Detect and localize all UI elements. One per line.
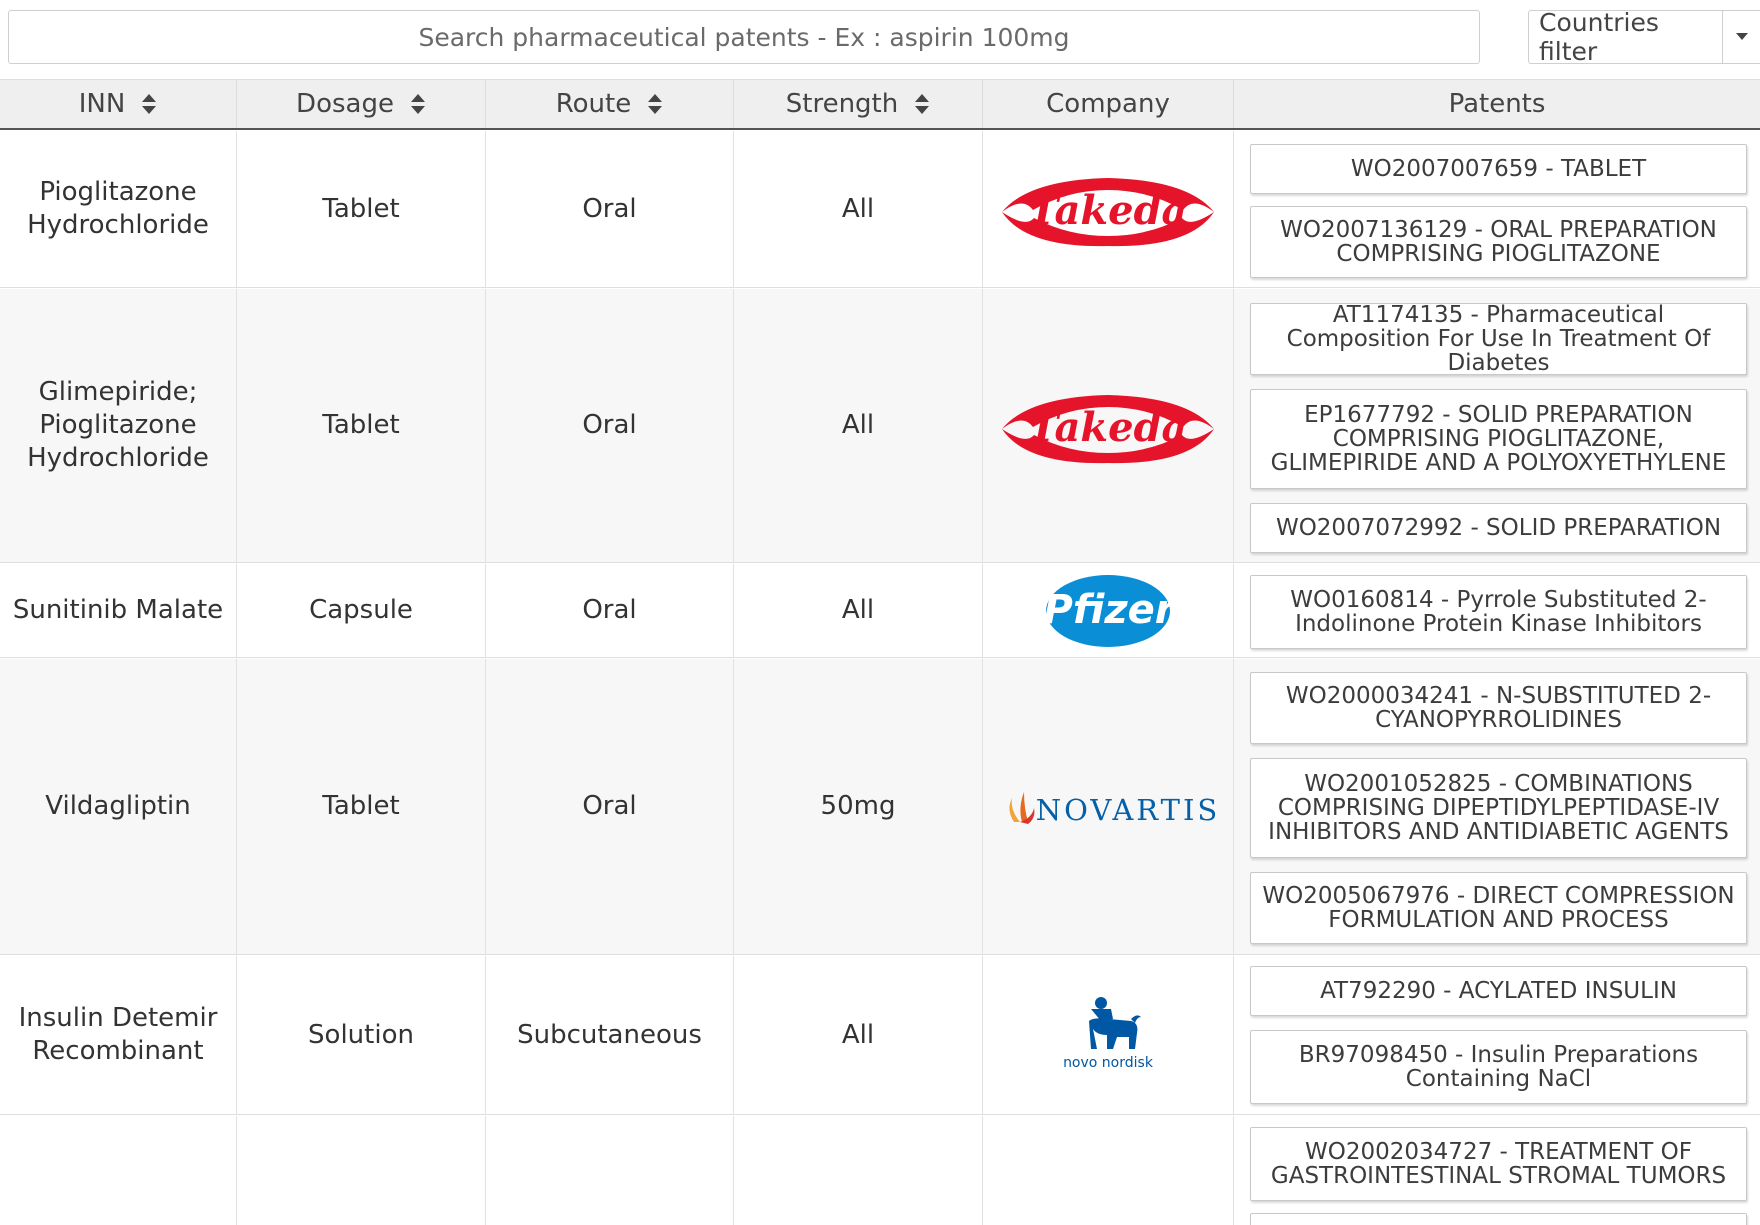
sort-updown-icon[interactable] bbox=[647, 92, 663, 116]
patent-link[interactable]: AT1174135 - Pharmaceutical Composition F… bbox=[1250, 303, 1747, 375]
patent-link[interactable]: WO2007007659 - TABLET bbox=[1250, 144, 1747, 194]
patent-link[interactable]: WO2002034727 - TREATMENT OF GASTROINTEST… bbox=[1250, 1127, 1747, 1201]
route-cell: Oral bbox=[486, 131, 734, 287]
strength-cell: All bbox=[734, 956, 983, 1114]
company-cell: novo nordisk bbox=[983, 956, 1234, 1114]
takeda-wordmark: Takeda bbox=[1029, 404, 1188, 451]
strength-cell: All bbox=[734, 289, 983, 562]
inn-cell: Pioglitazone Hydrochloride bbox=[0, 131, 237, 287]
strength-cell: All bbox=[734, 131, 983, 287]
novartis-logo: NOVARTIS bbox=[1009, 791, 1218, 827]
patent-link[interactable]: WO2001052825 - COMBINATIONS COMPRISING D… bbox=[1250, 758, 1747, 858]
strength-cell bbox=[734, 1116, 983, 1225]
patent-link[interactable]: AT792290 - ACYLATED INSULIN bbox=[1250, 966, 1747, 1016]
dosage-cell: Tablet bbox=[237, 659, 486, 954]
company-cell: Takeda bbox=[983, 289, 1234, 562]
sort-updown-icon[interactable] bbox=[141, 92, 157, 116]
company-cell: NOVARTIS bbox=[983, 659, 1234, 954]
route-cell bbox=[486, 1116, 734, 1225]
strength-cell: All bbox=[734, 564, 983, 657]
patent-link-partial[interactable] bbox=[1250, 1213, 1747, 1225]
patent-link[interactable]: WO2000034241 - N-SUBSTITUTED 2-CYANOPYRR… bbox=[1250, 672, 1747, 744]
countries-filter-dropdown[interactable]: Countries filter bbox=[1528, 8, 1760, 66]
sort-updown-icon[interactable] bbox=[914, 92, 930, 116]
patent-link[interactable]: WO2007072992 - SOLID PREPARATION bbox=[1250, 503, 1747, 553]
inn-cell bbox=[0, 1116, 237, 1225]
takeda-logo: Takeda bbox=[1002, 178, 1214, 247]
column-header-strength[interactable]: Strength bbox=[734, 80, 983, 128]
table-header: INN Dosage Route Strength Company Patent… bbox=[0, 79, 1760, 130]
patent-link[interactable]: WO2005067976 - DIRECT COMPRESSION FORMUL… bbox=[1250, 872, 1747, 944]
column-header-company: Company bbox=[983, 80, 1234, 128]
column-header-patents: Patents bbox=[1448, 89, 1546, 119]
dosage-cell bbox=[237, 1116, 486, 1225]
patent-link[interactable]: WO0160814 - Pyrrole Substituted 2-Indoli… bbox=[1250, 575, 1747, 649]
inn-cell: Glimepiride; Pioglitazone Hydrochloride bbox=[0, 289, 237, 562]
column-header-inn[interactable]: INN bbox=[0, 80, 237, 128]
inn-cell: Sunitinib Malate bbox=[0, 564, 237, 657]
company-cell: Takeda bbox=[983, 131, 1234, 287]
patent-link[interactable]: WO2007136129 - ORAL PREPARATION COMPRISI… bbox=[1250, 206, 1747, 278]
dosage-cell: Tablet bbox=[237, 289, 486, 562]
countries-filter-label: Countries filter bbox=[1529, 8, 1723, 66]
takeda-wordmark: Takeda bbox=[1029, 187, 1188, 234]
company-cell: Pfizer bbox=[983, 564, 1234, 657]
route-cell: Subcutaneous bbox=[486, 956, 734, 1114]
route-cell: Oral bbox=[486, 289, 734, 562]
patent-search-app: Countries filter INN Dosage Route Streng… bbox=[0, 0, 1760, 1225]
takeda-logo: Takeda bbox=[1002, 394, 1214, 463]
dosage-cell: Tablet bbox=[237, 131, 486, 287]
dosage-cell: Solution bbox=[237, 956, 486, 1114]
strength-cell: 50mg bbox=[734, 659, 983, 954]
route-cell: Oral bbox=[486, 659, 734, 954]
patent-link[interactable]: BR97098450 - Insulin Preparations Contai… bbox=[1250, 1030, 1747, 1104]
novo-nordisk-logo: novo nordisk bbox=[1063, 997, 1154, 1071]
novartis-wordmark: NOVARTIS bbox=[1036, 793, 1218, 827]
novo-nordisk-wordmark: novo nordisk bbox=[1063, 1055, 1154, 1071]
route-cell: Oral bbox=[486, 564, 734, 657]
pfizer-wordmark: Pfizer bbox=[1044, 587, 1173, 633]
inn-cell: Vildagliptin bbox=[0, 659, 237, 954]
patent-link[interactable]: EP1677792 - SOLID PREPARATION COMPRISING… bbox=[1250, 389, 1747, 489]
dosage-cell: Capsule bbox=[237, 564, 486, 657]
sort-updown-icon[interactable] bbox=[410, 92, 426, 116]
column-header-route[interactable]: Route bbox=[486, 80, 734, 128]
pfizer-logo: Pfizer bbox=[1044, 574, 1173, 647]
search-input[interactable] bbox=[8, 10, 1480, 64]
inn-cell: Insulin Detemir Recombinant bbox=[0, 956, 237, 1114]
company-cell bbox=[983, 1116, 1234, 1225]
column-header-dosage[interactable]: Dosage bbox=[237, 80, 486, 128]
caret-down-icon[interactable] bbox=[1723, 11, 1760, 63]
